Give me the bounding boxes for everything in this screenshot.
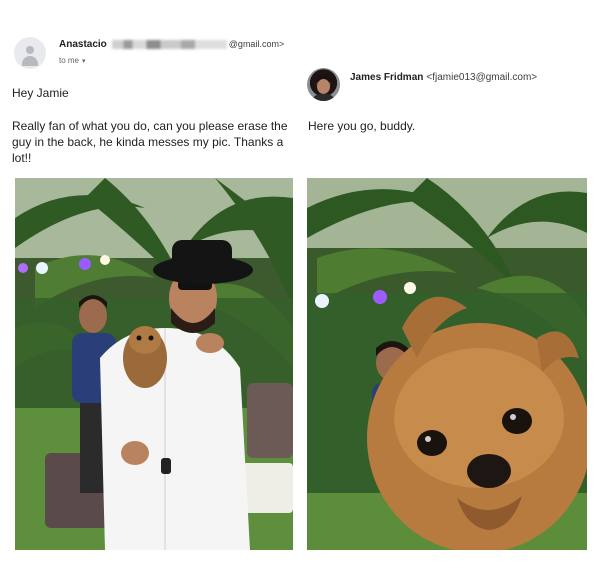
original-photo xyxy=(15,178,293,550)
avatar-face-shape xyxy=(317,79,330,94)
chevron-down-icon[interactable]: ▾ xyxy=(82,57,86,65)
avatar-body-shape xyxy=(22,56,38,66)
recipient-row[interactable]: to me ▾ xyxy=(59,56,86,65)
edited-photo xyxy=(307,178,587,550)
avatar-shirt-shape xyxy=(311,94,336,101)
avatar-head-shape xyxy=(26,46,34,54)
sender-email: @gmail.com> xyxy=(228,39,285,49)
reply-sender-email: <fjamie013@gmail.com> xyxy=(426,72,538,83)
email-greeting: Hey Jamie xyxy=(12,86,69,100)
recipient-label: to me xyxy=(59,56,80,65)
edited-photo-illustration xyxy=(307,178,587,550)
sender-name[interactable]: Anastacio xyxy=(59,39,107,50)
request-email: Anastacio @gmail.com> to me ▾ Hey Jamie Re… xyxy=(0,0,300,569)
reply-sender-row: James Fridman <fjamie013@gmail.com> xyxy=(350,72,537,83)
sender-row: Anastacio @gmail.com> xyxy=(59,39,284,50)
reply-body: Here you go, buddy. xyxy=(308,119,416,133)
reply-sender-avatar[interactable] xyxy=(307,68,340,101)
original-photo-illustration xyxy=(15,178,293,550)
reply-sender-name[interactable]: James Fridman xyxy=(350,72,423,83)
default-avatar-icon[interactable] xyxy=(14,37,46,69)
redacted-email-blur xyxy=(111,39,227,49)
email-body: Really fan of what you do, can you pleas… xyxy=(12,119,288,165)
